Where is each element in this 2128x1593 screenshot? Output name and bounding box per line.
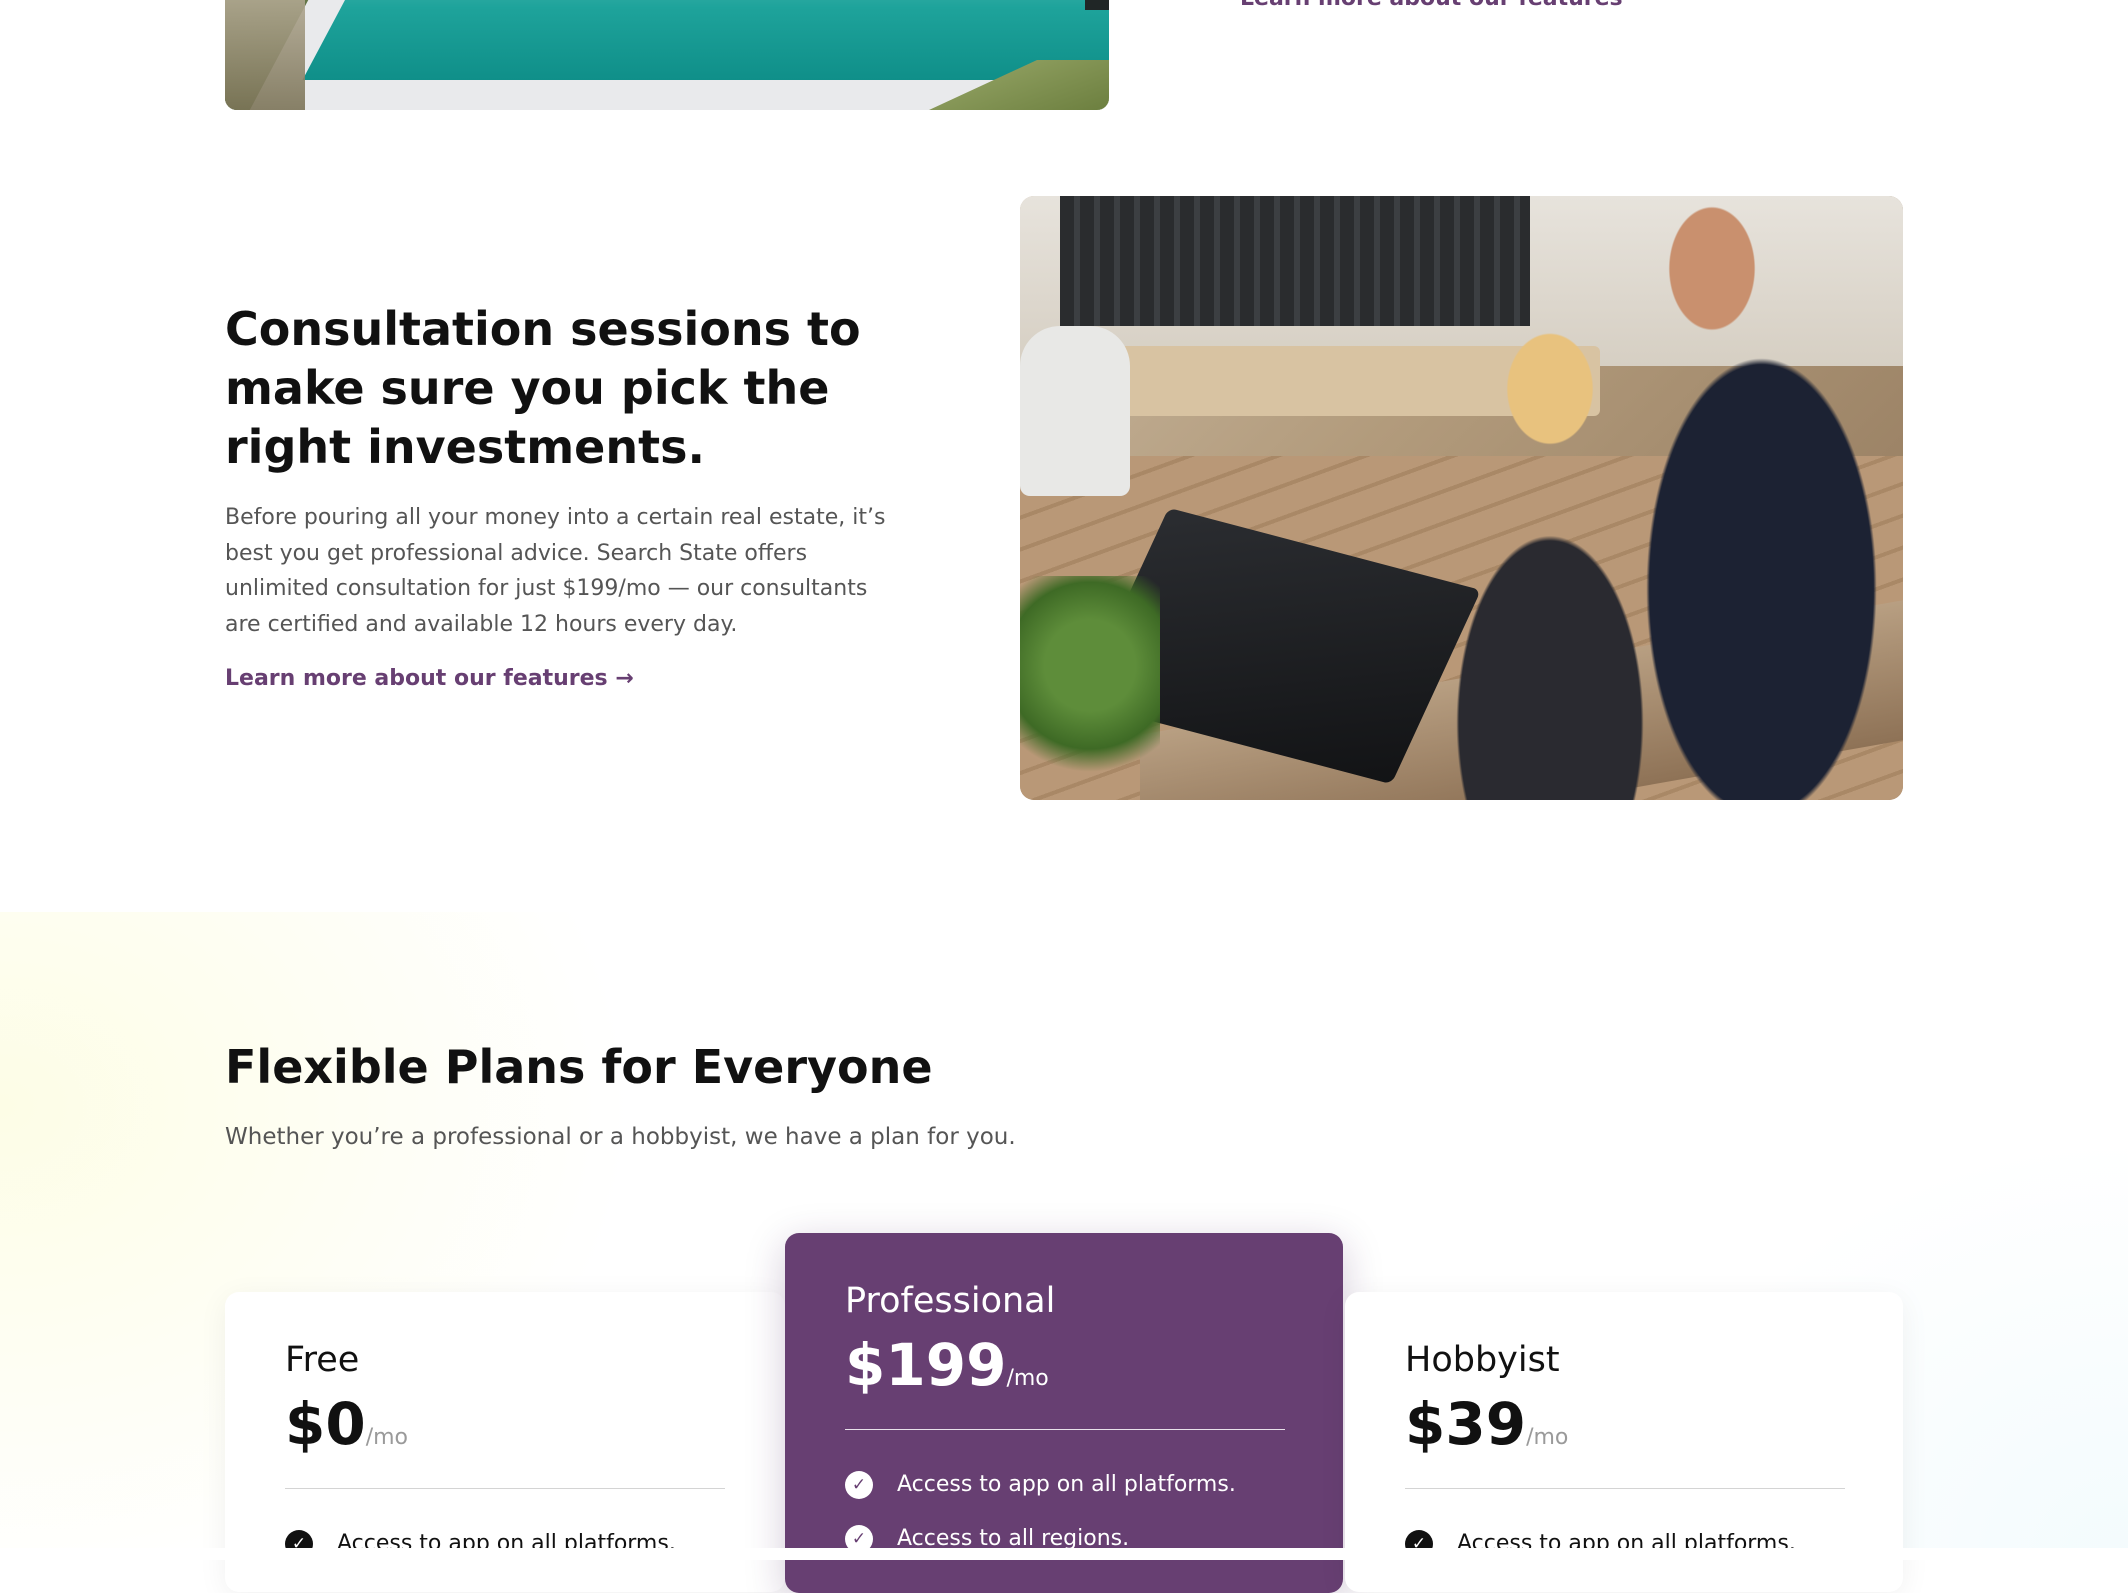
plan-price: $0/mo [285, 1390, 408, 1458]
plan-card-professional[interactable]: Professional $199/mo ✓ Access to app on a… [785, 1233, 1343, 1593]
plan-price: $199/mo [845, 1331, 1049, 1399]
divider [285, 1488, 725, 1489]
plan-card-hobbyist[interactable]: Hobbyist $39/mo ✓ Access to app on all pl… [1345, 1292, 1903, 1592]
divider [845, 1429, 1285, 1430]
price-amount: $199 [845, 1331, 1007, 1399]
viewport-bottom-edge [0, 1548, 2128, 1560]
plan-name: Professional [845, 1281, 1056, 1321]
plan-feature: ✓ Access to app on all platforms. [845, 1471, 1236, 1499]
consultation-description: Before pouring all your money into a cer… [225, 505, 886, 637]
pricing-heading: Flexible Plans for Everyone [225, 1040, 933, 1094]
price-amount: $0 [285, 1390, 366, 1458]
price-period: /mo [365, 1425, 409, 1450]
consultation-photo [1020, 196, 1903, 800]
feature-label: Access to app on all platforms. [897, 1472, 1236, 1497]
plan-name: Free [285, 1340, 360, 1380]
price-period: /mo [1526, 1425, 1569, 1450]
consultation-heading: Consultation sessions to make sure you p… [225, 302, 861, 474]
check-circle-icon: ✓ [845, 1471, 873, 1499]
plan-price: $39/mo [1405, 1390, 1568, 1458]
pool-villa-image [225, 0, 1109, 110]
plan-name: Hobbyist [1405, 1340, 1560, 1380]
price-period: /mo [1006, 1366, 1049, 1391]
pricing-subtitle: Whether you’re a professional or a hobby… [225, 1124, 1016, 1150]
price-amount: $39 [1405, 1390, 1527, 1458]
plan-card-free[interactable]: Free $0/mo ✓ Access to app on all platfor… [225, 1292, 785, 1592]
learn-more-features-link[interactable]: Learn more about our features → [225, 666, 634, 691]
divider [1405, 1488, 1845, 1489]
learn-more-link-top[interactable]: Learn more about our features [1240, 0, 1623, 11]
